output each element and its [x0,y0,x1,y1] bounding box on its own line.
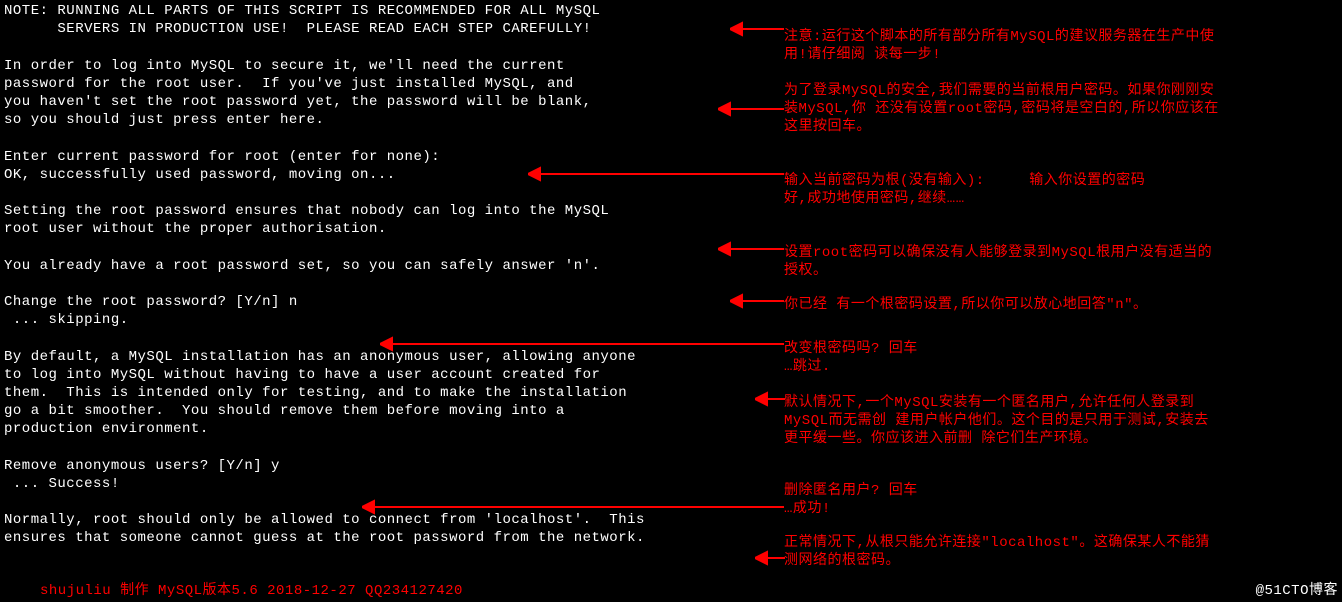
annotation-1: 注意:运行这个脚本的所有部分所有MySQL的建议服务器在生产中使 用!请仔细阅 … [784,28,1324,64]
annotation-6: 改变根密码吗? 回车 …跳过. [784,340,1324,376]
annotation-8: 删除匿名用户? 回车 …成功! [784,482,1324,518]
annotation-5: 你已经 有一个根密码设置,所以你可以放心地回答"n"。 [784,296,1324,314]
annotation-7: 默认情况下,一个MySQL安装有一个匿名用户,允许任何人登录到 MySQL而无需… [784,394,1324,449]
footer-credit: shujuliu 制作 MySQL版本5.6 2018-12-27 QQ2341… [40,579,463,599]
arrow-icon [755,549,785,567]
annotation-2: 为了登录MySQL的安全,我们需要的当前根用户密码。如果你刚刚安 装MySQL,… [784,82,1324,137]
annotation-9: 正常情况下,从根只能允许连接"localhost"。这确保某人不能猜 测网络的根… [784,534,1324,570]
annotation-3: 输入当前密码为根(没有输入): 输入你设置的密码 好,成功地使用密码,继续…… [784,172,1324,208]
footer-watermark: @51CTO博客 [1256,579,1338,599]
annotation-4: 设置root密码可以确保没有人能够登录到MySQL根用户没有适当的 授权。 [784,244,1324,280]
